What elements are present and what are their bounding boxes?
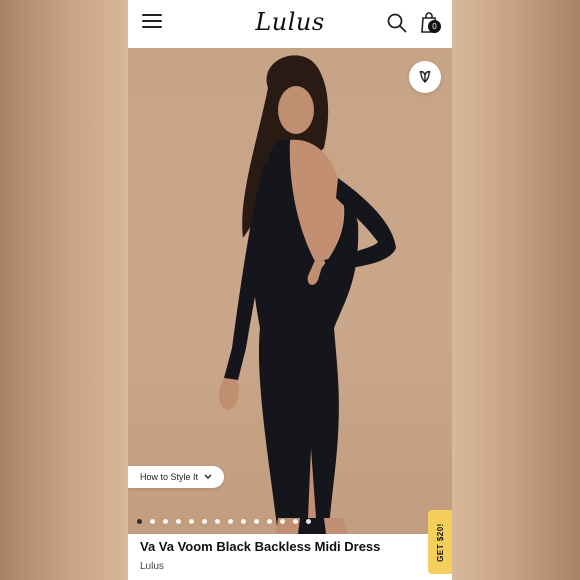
carousel-dot[interactable] xyxy=(306,519,311,524)
carousel-dot[interactable] xyxy=(150,519,155,524)
style-button-label: How to Style It xyxy=(140,472,199,482)
carousel-dot[interactable] xyxy=(241,519,246,524)
how-to-style-it-button[interactable]: How to Style It xyxy=(128,466,225,488)
bag-count-badge: 0 xyxy=(428,20,441,33)
carousel-dot[interactable] xyxy=(228,519,233,524)
carousel-dot[interactable] xyxy=(254,519,259,524)
carousel-dot[interactable] xyxy=(202,519,207,524)
promo-label: GET $20! xyxy=(435,522,445,562)
carousel-pagination xyxy=(137,519,311,524)
carousel-dot[interactable] xyxy=(176,519,181,524)
carousel-dot[interactable] xyxy=(137,519,142,524)
carousel-dot[interactable] xyxy=(163,519,168,524)
product-photo xyxy=(219,55,396,534)
product-title: Va Va Voom Black Backless Midi Dress xyxy=(140,539,381,554)
top-navigation-bar: Lulus 0 xyxy=(128,0,452,49)
product-image-carousel[interactable]: How to Style It xyxy=(128,48,452,534)
mobile-page: Lulus 0 How to Style It GET $20! Va Va V… xyxy=(128,0,452,580)
heart-icon xyxy=(419,70,431,83)
carousel-dot[interactable] xyxy=(293,519,298,524)
carousel-dot[interactable] xyxy=(215,519,220,524)
search-icon[interactable] xyxy=(386,12,408,34)
chevron-down-icon xyxy=(204,474,212,479)
favorite-heart-button[interactable] xyxy=(409,61,441,93)
carousel-dot[interactable] xyxy=(267,519,272,524)
product-brand[interactable]: Lulus xyxy=(140,561,164,572)
carousel-dot[interactable] xyxy=(189,519,194,524)
get-20-promo-tab[interactable]: GET $20! xyxy=(428,510,452,574)
carousel-dot[interactable] xyxy=(280,519,285,524)
